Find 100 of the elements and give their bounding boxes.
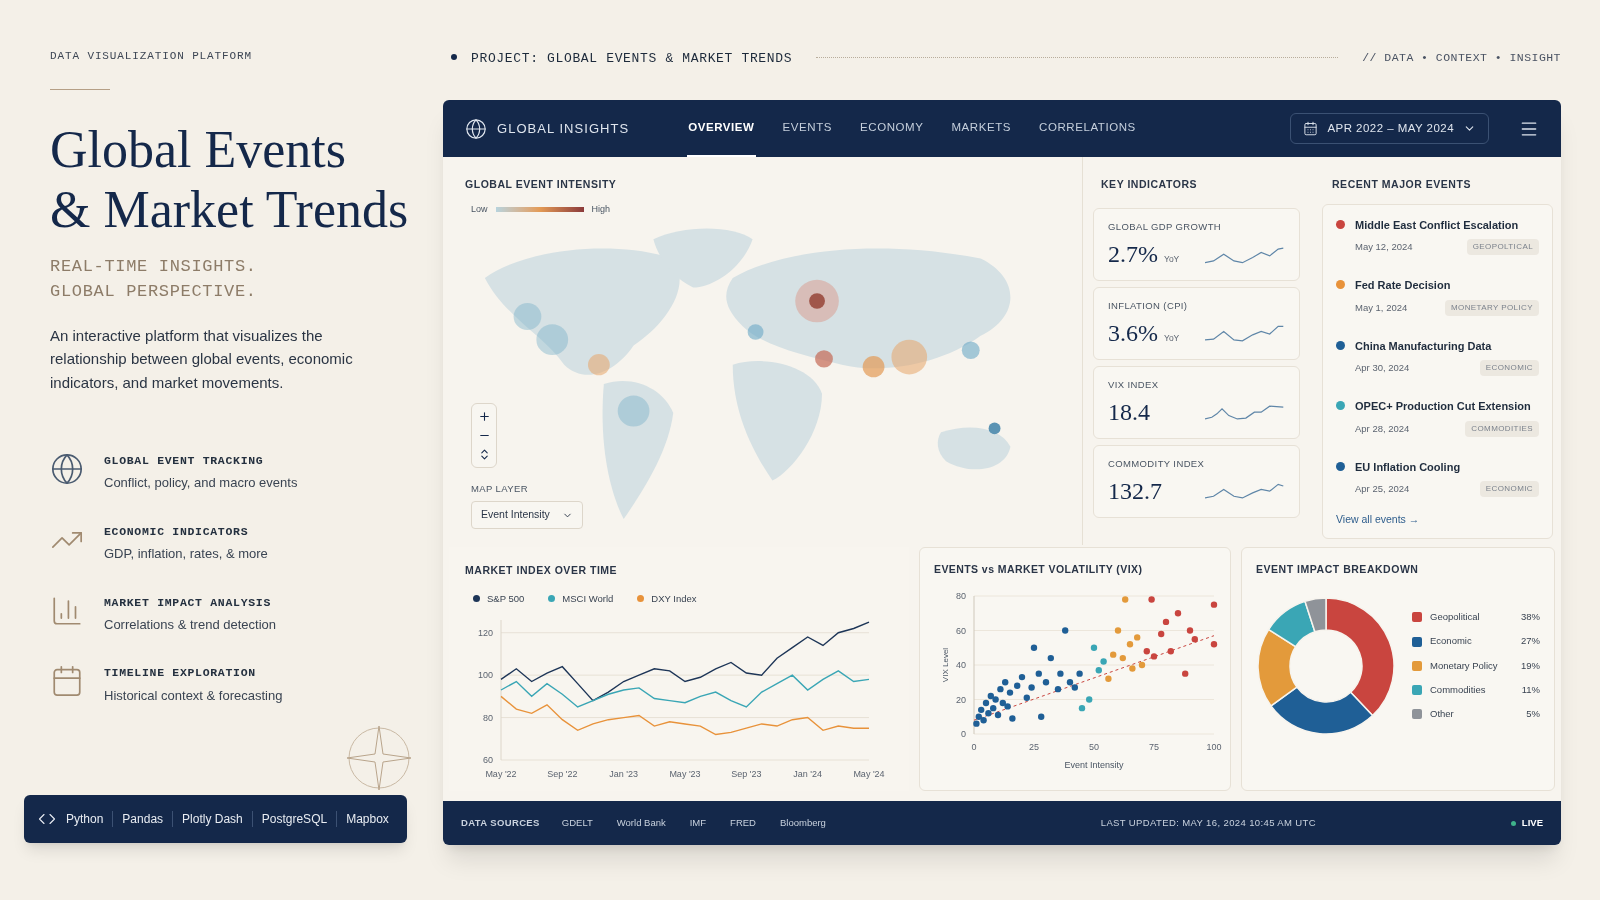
legend-value: 38% bbox=[1521, 610, 1540, 625]
calendar-icon bbox=[1303, 121, 1319, 136]
event-date: May 12, 2024 bbox=[1355, 240, 1413, 255]
axis-label: Sep '23 bbox=[731, 769, 762, 779]
axis-label: 100 bbox=[477, 670, 493, 681]
feature-subtitle: Conflict, policy, and macro events bbox=[104, 474, 298, 493]
feature-title: ECONOMIC INDICATORS bbox=[104, 523, 250, 540]
axis-label: May '24 bbox=[853, 769, 885, 779]
axis-label: 80 bbox=[483, 712, 493, 723]
axis-label: 120 bbox=[477, 627, 493, 638]
map-layer-dropdown[interactable]: Event Intensity bbox=[471, 501, 583, 529]
axis-label: 100 bbox=[1206, 741, 1222, 752]
data-source-item: World Bank bbox=[616, 815, 666, 830]
compass-drawing bbox=[344, 723, 414, 793]
indicator-value: 3.6% bbox=[1108, 319, 1158, 347]
event-date: Apr 28, 2024 bbox=[1355, 421, 1410, 436]
event-date: Apr 25, 2024 bbox=[1355, 482, 1410, 497]
section-title: GLOBAL EVENT INTENSITY bbox=[465, 177, 618, 192]
legend-label: Commodities bbox=[1430, 682, 1487, 697]
globe-logo-icon bbox=[465, 117, 487, 140]
last-updated-text: LAST UPDATED: MAY 16, 2024 10:45 AM UTC bbox=[1099, 815, 1317, 830]
event-tag: MONETARY POLICY bbox=[1444, 299, 1539, 316]
hero-description: An interactive platform that visualizes the relationship between global events, economic indicators, and market movements. bbox=[50, 325, 354, 393]
date-range-dropdown[interactable]: APR 2022 – MAY 2024 bbox=[1290, 113, 1489, 144]
data-source-item: FRED bbox=[730, 815, 756, 830]
globe-icon bbox=[50, 452, 84, 486]
nav-tab[interactable]: ECONOMY bbox=[859, 100, 925, 157]
axis-label: May '22 bbox=[485, 769, 517, 779]
axis-label: May '23 bbox=[669, 769, 701, 779]
event-title[interactable]: EU Inflation Cooling bbox=[1355, 458, 1539, 476]
data-source-item: IMF bbox=[689, 815, 707, 830]
legend-label: Geopolitical bbox=[1430, 610, 1481, 625]
data-source-item: Bloomberg bbox=[779, 815, 826, 830]
event-tag: ECONOMIC bbox=[1479, 360, 1539, 377]
feature-title: GLOBAL EVENT TRACKING bbox=[104, 453, 265, 469]
section-title: KEY INDICATORS bbox=[1101, 177, 1199, 192]
tech-stack-item: Mapbox bbox=[346, 811, 389, 828]
axis-label: 60 bbox=[956, 625, 966, 636]
hero-subtitle: REAL-TIME INSIGHTS. GLOBAL PERSPECTIVE. bbox=[50, 255, 258, 303]
header-tagline: // DATA • CONTEXT • INSIGHT bbox=[1362, 50, 1561, 66]
event-date: Apr 30, 2024 bbox=[1355, 361, 1410, 376]
data-sources-label: DATA SOURCES bbox=[461, 815, 540, 830]
legend-value: 11% bbox=[1521, 682, 1540, 697]
axis-label: 60 bbox=[483, 755, 493, 765]
tech-stack-item: PostgreSQL bbox=[261, 811, 328, 828]
axis-label: 40 bbox=[956, 659, 966, 670]
event-title[interactable]: China Manufacturing Data bbox=[1355, 337, 1539, 355]
legend-value: 5% bbox=[1526, 707, 1540, 722]
event-tag: COMMODITIES bbox=[1465, 420, 1539, 437]
legend-label: Monetary Policy bbox=[1430, 658, 1499, 673]
feature-title: TIMELINE EXPLORATION bbox=[104, 665, 257, 682]
axis-label: Jan '23 bbox=[609, 769, 639, 779]
indicator-label: VIX INDEX bbox=[1108, 377, 1160, 392]
brand-name: GLOBAL INSIGHTS bbox=[497, 119, 630, 138]
axis-title: VIX Level bbox=[941, 647, 950, 682]
nav-tab[interactable]: MARKETS bbox=[950, 100, 1013, 157]
event-tag: GEOPOLTICAL bbox=[1466, 239, 1539, 256]
indicator-value: 132.7 bbox=[1108, 477, 1162, 505]
event-title[interactable]: Fed Rate Decision bbox=[1355, 277, 1539, 294]
zoom-in-icon[interactable] bbox=[477, 410, 491, 424]
event-title[interactable]: OPEC+ Production Cut Extension bbox=[1355, 398, 1539, 415]
indicator-unit: YoY bbox=[1164, 253, 1180, 266]
legend-value: 19% bbox=[1521, 658, 1540, 673]
tech-stack-item: Python bbox=[66, 811, 104, 828]
axis-label: 0 bbox=[971, 741, 977, 752]
event-date: May 1, 2024 bbox=[1355, 300, 1408, 315]
tech-stack-item: Plotly Dash bbox=[182, 811, 243, 828]
event-tag: ECONOMIC bbox=[1479, 481, 1539, 498]
indicator-label: COMMODITY INDEX bbox=[1108, 456, 1206, 471]
indicator-label: GLOBAL GDP GROWTH bbox=[1108, 219, 1223, 234]
project-title: PROJECT: GLOBAL EVENTS & MARKET TRENDS bbox=[471, 50, 793, 68]
axis-label: 50 bbox=[1089, 741, 1099, 752]
section-title: MARKET INDEX OVER TIME bbox=[465, 563, 619, 578]
section-title: EVENTS vs MARKET VOLATILITY (VIX) bbox=[934, 562, 1144, 577]
nav-tab[interactable]: CORRELATIONS bbox=[1038, 100, 1137, 157]
data-source-item: GDELT bbox=[561, 815, 593, 830]
feature-subtitle: Historical context & forecasting bbox=[104, 686, 283, 705]
legend-value: 27% bbox=[1521, 634, 1540, 649]
indicator-value: 2.7% bbox=[1108, 240, 1158, 268]
feature-subtitle: GDP, inflation, rates, & more bbox=[104, 545, 268, 563]
axis-label: 20 bbox=[956, 694, 966, 705]
legend-label: High bbox=[591, 202, 611, 216]
indicator-label: INFLATION (CPI) bbox=[1108, 298, 1189, 313]
axis-label: Sep '22 bbox=[547, 769, 578, 779]
legend-label: MSCI World bbox=[562, 591, 614, 606]
tech-stack-item: Pandas bbox=[122, 811, 164, 828]
axis-label: 25 bbox=[1029, 741, 1039, 752]
section-title: EVENT IMPACT BREAKDOWN bbox=[1256, 562, 1420, 577]
feature-title: MARKET IMPACT ANALYSIS bbox=[104, 594, 272, 611]
event-title[interactable]: Middle East Conflict Escalation bbox=[1355, 216, 1539, 234]
indicator-value: 18.4 bbox=[1108, 398, 1150, 426]
legend-label: DXY Index bbox=[651, 591, 697, 606]
view-all-events-link[interactable]: View all events → bbox=[1336, 512, 1539, 528]
axis-label: Jan '24 bbox=[793, 769, 823, 779]
field-label: MAP LAYER bbox=[471, 481, 529, 496]
live-status: LIVE bbox=[1521, 815, 1543, 830]
indicator-unit: YoY bbox=[1164, 332, 1180, 345]
calendar-icon bbox=[50, 664, 84, 699]
nav-tab[interactable]: OVERVIEW bbox=[687, 100, 756, 157]
nav-tab[interactable]: EVENTS bbox=[781, 100, 833, 157]
